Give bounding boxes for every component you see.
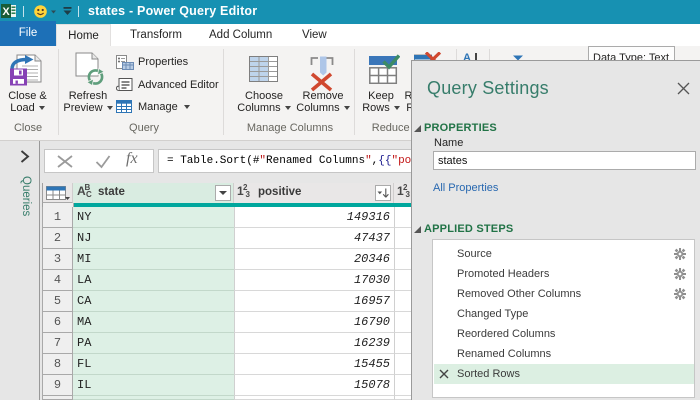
svg-text:X: X: [2, 6, 10, 18]
